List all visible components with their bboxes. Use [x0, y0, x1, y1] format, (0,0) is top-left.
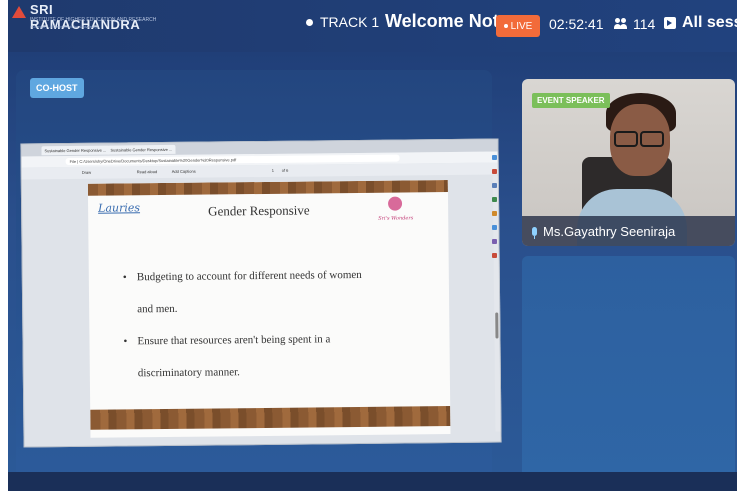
- browser-tab[interactable]: Sustainable Gender Responsive ...: [41, 145, 110, 156]
- sidebar-tool-icon[interactable]: [492, 169, 497, 174]
- live-badge: LIVE: [496, 15, 540, 37]
- sidebar-tool-icon[interactable]: [492, 253, 497, 258]
- slide-title: Gender Responsive: [208, 202, 310, 219]
- shared-screen-browser: Sustainable Gender Responsive ... Sustai…: [20, 138, 502, 448]
- bullet-continuation: discriminatory manner.: [137, 366, 240, 380]
- track-label: TRACK 1: [320, 14, 380, 30]
- event-speaker-tag: EVENT SPEAKER: [532, 93, 610, 108]
- sidebar-tool-icon[interactable]: [492, 239, 497, 244]
- pdf-page-number[interactable]: 1: [272, 165, 274, 177]
- sidebar-tool-icon[interactable]: [492, 225, 497, 230]
- attendee-count[interactable]: 114: [614, 16, 655, 32]
- side-panel: [522, 256, 735, 480]
- live-label: LIVE: [510, 20, 533, 32]
- all-sessions-label: All sessi: [682, 14, 737, 31]
- track-dot-icon: [306, 18, 313, 26]
- pdf-page-total: of 6: [281, 167, 289, 173]
- slide-wood-border-top: [87, 180, 448, 196]
- browser-tab[interactable]: Sustainable Gender Responsive ...: [107, 144, 176, 155]
- speaker-name: Ms.Gayathry Seeniraja: [543, 223, 676, 239]
- slide-badge-icon: [387, 196, 403, 211]
- event-screen: SRI RAMACHANDRA INSTITUTE OF HIGHER EDUC…: [8, 0, 737, 491]
- microphone-icon: [532, 226, 537, 239]
- bottom-bar: [8, 472, 737, 491]
- top-bar: SRI RAMACHANDRA INSTITUTE OF HIGHER EDUC…: [8, 0, 737, 52]
- track-indicator[interactable]: TRACK 1: [306, 14, 379, 30]
- cohost-badge: CO-HOST: [30, 78, 84, 98]
- bullet-line: Ensure that resources aren't being spent…: [123, 322, 433, 357]
- pdf-read-aloud-button[interactable]: Read aloud: [137, 166, 158, 178]
- slide-badge-text: Sri's Wonders: [378, 215, 414, 222]
- logo-mark-icon: [12, 6, 26, 18]
- logo-tagline: (Category - I Deemed to be University): [30, 24, 99, 29]
- bullet-line: Budgeting to account for different needs…: [123, 258, 433, 293]
- all-sessions-button[interactable]: All sessi: [664, 14, 737, 32]
- speaker-name-bar: Ms.Gayathry Seeniraja: [522, 216, 735, 246]
- pdf-add-captions-button[interactable]: Add Captions: [172, 166, 196, 178]
- slide-bullets: Budgeting to account for different needs…: [123, 258, 434, 389]
- sidebar-tool-icon[interactable]: [492, 211, 497, 216]
- session-title: Welcome Note: [385, 11, 509, 31]
- live-dot-icon: [503, 24, 508, 28]
- bullet-continuation: and men.: [137, 302, 178, 316]
- sidebar-tool-icon[interactable]: [492, 155, 497, 160]
- sidebar-tool-icon[interactable]: [492, 197, 497, 202]
- people-icon: [614, 18, 628, 30]
- pdf-draw-button[interactable]: Draw: [82, 167, 91, 179]
- play-screen-icon: [664, 17, 676, 29]
- glasses-icon: [614, 131, 666, 147]
- browser-side-toolbar: [491, 155, 499, 435]
- slide-logo: Lauries: [98, 201, 141, 215]
- slide-wood-border-bottom: [90, 406, 451, 430]
- attendee-count-value: 114: [633, 16, 656, 32]
- session-timer: 02:52:41: [549, 16, 604, 32]
- institution-logo: SRI RAMACHANDRA INSTITUTE OF HIGHER EDUC…: [12, 2, 156, 32]
- sidebar-tool-icon[interactable]: [492, 183, 497, 188]
- speaker-video-panel: EVENT SPEAKER Ms.Gayathry Seeniraja: [522, 79, 735, 246]
- presentation-slide: Lauries Gender Responsive Sri's Wonders …: [87, 180, 451, 438]
- logo-subtitle: INSTITUTE OF HIGHER EDUCATION AND RESEAR…: [30, 17, 157, 23]
